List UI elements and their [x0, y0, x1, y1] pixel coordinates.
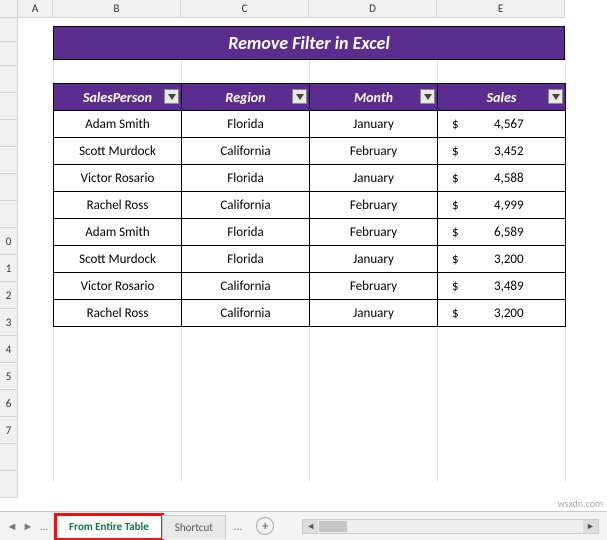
cell-region[interactable]: California	[182, 138, 310, 165]
table-row: Rachel RossCaliforniaFebruary$4,999	[54, 192, 566, 219]
filter-button[interactable]	[420, 89, 435, 104]
tab-nav-next-icon[interactable]: ►	[22, 520, 34, 533]
row-head[interactable]: 3	[0, 309, 18, 336]
row-head[interactable]: 0	[0, 228, 18, 255]
header-sales[interactable]: Sales	[438, 84, 566, 111]
col-head-a[interactable]: A	[18, 0, 53, 18]
row-head[interactable]: 4	[0, 336, 18, 363]
table-row: Scott MurdockCaliforniaFebruary$3,452	[54, 138, 566, 165]
new-sheet-button[interactable]: +	[256, 517, 274, 535]
row-head[interactable]	[0, 93, 18, 120]
sheet-tab-bar: ◄ ► ... From Entire Table Shortcut ... +…	[0, 511, 607, 540]
header-month[interactable]: Month	[310, 84, 438, 111]
cell-sales[interactable]: $3,200	[438, 246, 566, 273]
row-head[interactable]: 2	[0, 282, 18, 309]
cell-sales[interactable]: $3,452	[438, 138, 566, 165]
cell-salesperson[interactable]: Adam Smith	[54, 219, 182, 246]
row-header-gutter: 01234567	[0, 0, 18, 498]
row-head[interactable]	[0, 444, 18, 471]
tab-nav-prev-icon[interactable]: ◄	[6, 520, 18, 533]
table-header-row: SalesPerson Region Month Sales	[54, 84, 566, 111]
cell-sales[interactable]: $4,588	[438, 165, 566, 192]
cell-month[interactable]: February	[310, 273, 438, 300]
data-table: SalesPerson Region Month Sales Adam Smit…	[53, 83, 566, 327]
row-head[interactable]	[0, 147, 18, 174]
table-row: Adam SmithFloridaFebruary$6,589	[54, 219, 566, 246]
col-head-c[interactable]: C	[181, 0, 309, 18]
title-banner: Remove Filter in Excel	[53, 26, 565, 60]
cell-month[interactable]: January	[310, 246, 438, 273]
row-head[interactable]	[0, 471, 18, 498]
cell-region[interactable]: California	[182, 192, 310, 219]
row-head[interactable]: 5	[0, 363, 18, 390]
filter-button[interactable]	[292, 89, 307, 104]
row-head[interactable]: 7	[0, 417, 18, 444]
cell-region[interactable]: Florida	[182, 219, 310, 246]
cell-sales[interactable]: $4,567	[438, 111, 566, 138]
cell-sales[interactable]: $6,589	[438, 219, 566, 246]
select-all-cell[interactable]	[0, 0, 18, 18]
cell-month[interactable]: January	[310, 111, 438, 138]
tab-nav-buttons: ◄ ► ...	[0, 520, 56, 533]
worksheet-grid[interactable]: Remove Filter in Excel SalesPerson Regio…	[18, 18, 607, 511]
cell-region[interactable]: Florida	[182, 111, 310, 138]
sheet-tab-active[interactable]: From Entire Table	[56, 515, 162, 539]
header-region[interactable]: Region	[182, 84, 310, 111]
header-label: Sales	[487, 89, 517, 106]
row-head[interactable]	[0, 66, 18, 93]
scroll-right-icon[interactable]: ►	[583, 520, 598, 533]
cell-month[interactable]: February	[310, 138, 438, 165]
row-head[interactable]: 6	[0, 390, 18, 417]
cell-sales[interactable]: $4,999	[438, 192, 566, 219]
header-label: Region	[225, 89, 265, 106]
cell-region[interactable]: California	[182, 273, 310, 300]
scroll-left-icon[interactable]: ◄	[303, 520, 318, 533]
row-head[interactable]	[0, 18, 18, 42]
table-row: Adam SmithFloridaJanuary$4,567	[54, 111, 566, 138]
cell-salesperson[interactable]: Adam Smith	[54, 111, 182, 138]
sheet-tab-shortcut[interactable]: Shortcut	[162, 515, 226, 539]
watermark: wsxdn.com	[558, 497, 603, 510]
table-row: Scott MurdockFloridaJanuary$3,200	[54, 246, 566, 273]
cell-salesperson[interactable]: Rachel Ross	[54, 192, 182, 219]
cell-sales[interactable]: $3,200	[438, 300, 566, 327]
row-head[interactable]	[0, 174, 18, 201]
cell-month[interactable]: February	[310, 192, 438, 219]
scroll-thumb[interactable]	[319, 521, 347, 532]
row-head[interactable]: 1	[0, 255, 18, 282]
col-head-b[interactable]: B	[53, 0, 181, 18]
cell-region[interactable]: Florida	[182, 165, 310, 192]
header-label: Month	[354, 89, 393, 106]
cell-region[interactable]: California	[182, 300, 310, 327]
cell-region[interactable]: Florida	[182, 246, 310, 273]
filter-button[interactable]	[164, 89, 179, 104]
table-row: Victor RosarioCaliforniaFebruary$3,489	[54, 273, 566, 300]
column-headers: A B C D E	[18, 0, 565, 18]
row-head[interactable]	[0, 42, 18, 66]
row-head[interactable]	[0, 120, 18, 147]
cell-sales[interactable]: $3,489	[438, 273, 566, 300]
tab-overflow[interactable]: ...	[226, 520, 250, 533]
header-salesperson[interactable]: SalesPerson	[54, 84, 182, 111]
cell-salesperson[interactable]: Scott Murdock	[54, 138, 182, 165]
cell-salesperson[interactable]: Victor Rosario	[54, 273, 182, 300]
filter-button[interactable]	[548, 89, 563, 104]
table-row: Victor RosarioFloridaJanuary$4,588	[54, 165, 566, 192]
cell-salesperson[interactable]: Victor Rosario	[54, 165, 182, 192]
cell-salesperson[interactable]: Rachel Ross	[54, 300, 182, 327]
cell-month[interactable]: February	[310, 219, 438, 246]
header-label: SalesPerson	[83, 89, 152, 106]
tab-nav-more[interactable]: ...	[38, 520, 50, 533]
col-head-d[interactable]: D	[309, 0, 437, 18]
horizontal-scrollbar[interactable]: ◄ ►	[302, 519, 599, 534]
cell-month[interactable]: January	[310, 165, 438, 192]
row-head[interactable]	[0, 201, 18, 228]
col-head-e[interactable]: E	[437, 0, 565, 18]
table-row: Rachel RossCaliforniaJanuary$3,200	[54, 300, 566, 327]
cell-month[interactable]: January	[310, 300, 438, 327]
cell-salesperson[interactable]: Scott Murdock	[54, 246, 182, 273]
